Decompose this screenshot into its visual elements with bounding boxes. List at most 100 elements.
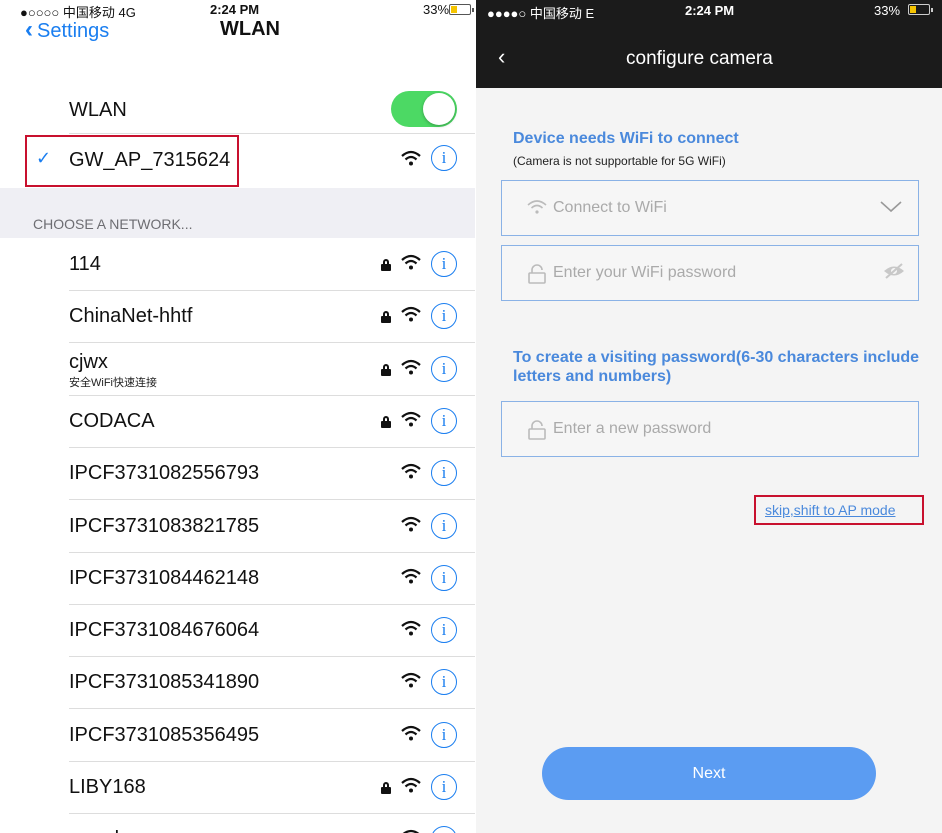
configure-camera-screen: ●●●●○ 中国移动 E 2:24 PM 33% ‹ configure cam… [476, 0, 942, 833]
network-row[interactable]: 114 i [0, 239, 475, 291]
network-row[interactable]: CODACA i [0, 396, 475, 448]
next-button[interactable]: Next [542, 747, 876, 800]
wifi-signal-icon [401, 150, 423, 168]
chevron-down-icon [878, 193, 904, 225]
wlan-toggle[interactable] [391, 91, 457, 127]
wifi-signal-icon [401, 254, 423, 272]
wifi-icon [527, 199, 547, 220]
carrier-label: ●●●●○ 中国移动 E [487, 6, 595, 21]
page-title: configure camera [626, 48, 773, 69]
wifi-password-placeholder: Enter your WiFi password [553, 264, 737, 281]
info-icon[interactable]: i [431, 512, 457, 539]
lock-icon [381, 415, 391, 428]
wifi-signal-icon [401, 568, 423, 586]
new-password-placeholder: Enter a new password [553, 420, 712, 437]
wifi-signal-icon [401, 463, 423, 481]
network-name: IPCF3731085356495 [69, 723, 260, 746]
wifi-signal-icon [401, 725, 423, 743]
battery-percent: 33% [874, 3, 901, 18]
new-password-input[interactable]: Enter a new password [501, 401, 919, 457]
visit-password-heading: To create a visiting password(6-30 chara… [513, 349, 920, 385]
wifi-signal-icon [401, 516, 423, 534]
battery-percent: 33% [423, 2, 450, 17]
network-name: IPCF3731085341890 [69, 671, 260, 694]
info-icon[interactable]: i [431, 721, 457, 748]
wlan-settings-screen: ●○○○○ 中国移动 4G 2:24 PM 33% ‹ Settings WLA… [0, 0, 475, 833]
network-name: IPCF3731084462148 [69, 566, 260, 589]
nav-bar: ‹ Settings WLAN [0, 16, 475, 88]
back-label: Settings [37, 19, 110, 42]
wifi-select-placeholder: Connect to WiFi [553, 199, 667, 216]
network-name: cjwx [69, 350, 108, 373]
battery-icon [449, 4, 474, 15]
network-row[interactable]: IPCF3731085341890 i [0, 657, 475, 710]
wifi-note: (Camera is not supportable for 5G WiFi) [513, 154, 726, 168]
battery-icon [908, 4, 933, 15]
section-header: CHOOSE A NETWORK... [0, 188, 475, 238]
wifi-signal-icon [401, 777, 423, 795]
section-header-label: CHOOSE A NETWORK... [33, 216, 193, 232]
clock: 2:24 PM [210, 2, 260, 17]
network-name: ChinaNet-hhtf [69, 305, 193, 328]
info-icon[interactable]: i [431, 251, 457, 277]
back-button[interactable]: ‹ Settings [25, 16, 110, 44]
eye-slash-graphic [884, 263, 904, 279]
wifi-select[interactable]: Connect to WiFi [501, 180, 919, 236]
info-icon[interactable]: i [431, 617, 457, 644]
wifi-heading: Device needs WiFi to connect [513, 130, 739, 147]
wifi-icon-graphic [527, 200, 547, 214]
wifi-signal-icon [401, 829, 423, 833]
info-icon[interactable]: i [431, 460, 457, 487]
skip-ap-mode-link[interactable]: skip,shift to AP mode [765, 502, 895, 518]
info-icon[interactable]: i [431, 669, 457, 696]
info-icon[interactable]: i [431, 564, 457, 591]
info-icon[interactable]: i [431, 826, 457, 833]
wifi-signal-icon [401, 672, 423, 690]
network-row[interactable]: IPCF3731084462148 i [0, 553, 475, 605]
lock-icon [381, 259, 391, 271]
network-row[interactable]: LIBY168 i [0, 762, 475, 814]
network-row[interactable]: IPCF3731085356495 i [0, 710, 475, 762]
chevron-left-icon: ‹ [25, 16, 33, 43]
network-row[interactable]: IPCF3731084676064 i [0, 605, 475, 658]
hide-password-icon[interactable] [882, 262, 906, 285]
info-icon[interactable]: i [431, 407, 457, 434]
network-row[interactable]: raresky i [0, 814, 475, 833]
info-icon[interactable]: i [431, 355, 457, 382]
network-row[interactable]: IPCF3731083821785 i [0, 501, 475, 553]
network-row[interactable]: ChinaNet-hhtf i [0, 291, 475, 344]
lock-icon [381, 363, 391, 376]
chevron-down-graphic [880, 201, 902, 213]
clock: 2:24 PM [685, 3, 735, 18]
lock-icon [527, 264, 547, 289]
network-subtitle: 安全WiFi快速连接 [69, 376, 157, 389]
network-name: CODACA [69, 409, 155, 432]
info-icon[interactable]: i [431, 774, 457, 800]
network-row[interactable]: cjwx 安全WiFi快速连接 i [0, 344, 475, 396]
lock-icon [381, 311, 391, 324]
page-title: WLAN [220, 18, 280, 40]
network-row[interactable]: IPCF3731082556793 i [0, 448, 475, 501]
network-name: 114 [69, 253, 101, 275]
wifi-signal-icon [401, 411, 423, 429]
network-name: IPCF3731084676064 [69, 619, 260, 642]
back-chevron-icon[interactable]: ‹ [498, 44, 505, 70]
lock-graphic [528, 420, 546, 440]
wifi-signal-icon [401, 306, 423, 324]
network-name: IPCF3731083821785 [69, 514, 260, 537]
lock-graphic [528, 264, 546, 284]
wifi-signal-icon [401, 620, 423, 638]
info-icon[interactable]: i [431, 145, 457, 171]
network-name: LIBY168 [69, 776, 146, 798]
toggle-knob [423, 93, 455, 125]
wifi-signal-icon [401, 359, 423, 377]
app-header: ●●●●○ 中国移动 E 2:24 PM 33% ‹ configure cam… [476, 0, 942, 88]
highlight-box [25, 135, 239, 187]
lock-icon [527, 420, 547, 445]
info-icon[interactable]: i [431, 303, 457, 330]
wifi-password-input[interactable]: Enter your WiFi password [501, 245, 919, 301]
status-bar: ●○○○○ 中国移动 4G 2:24 PM 33% [0, 0, 475, 20]
network-name: raresky [69, 828, 135, 833]
network-name: IPCF3731082556793 [69, 462, 260, 485]
wlan-label: WLAN [69, 99, 127, 121]
